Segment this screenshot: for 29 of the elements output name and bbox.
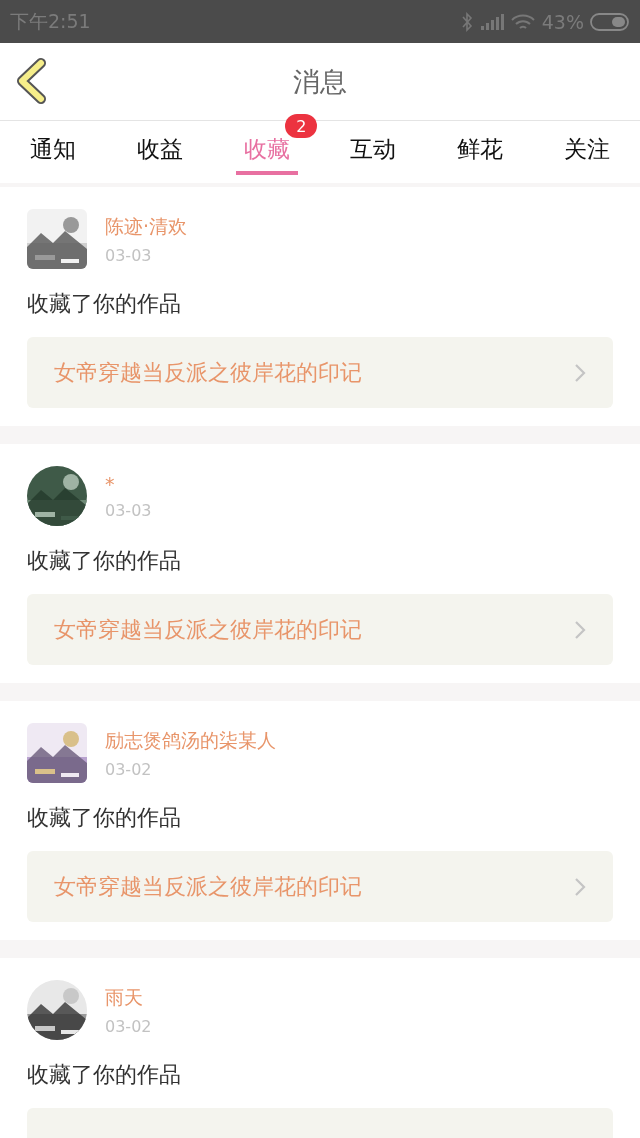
battery-icon bbox=[590, 11, 630, 32]
message-text: 收藏了你的作品 bbox=[27, 547, 182, 575]
message-text: 收藏了你的作品 bbox=[27, 290, 182, 318]
user-name[interactable]: * bbox=[105, 472, 152, 495]
user-name[interactable]: 雨天 bbox=[105, 984, 152, 1011]
back-button[interactable] bbox=[14, 58, 48, 104]
tab[interactable]: 互动 bbox=[350, 121, 397, 175]
tab[interactable]: 关注 bbox=[563, 121, 610, 175]
message-date: 03-03 bbox=[105, 500, 152, 520]
tab[interactable]: 通知 bbox=[30, 121, 77, 175]
work-link[interactable]: 女帝穿越当反派之彼岸花的印记 bbox=[27, 851, 613, 922]
chevron-right-icon bbox=[573, 618, 587, 641]
user-name[interactable]: 陈迹·清欢 bbox=[105, 213, 188, 240]
chevron-right-icon bbox=[573, 361, 587, 384]
tab[interactable]: 鲜花 bbox=[457, 121, 503, 175]
message-text: 收藏了你的作品 bbox=[27, 804, 182, 832]
message-text: 收藏了你的作品 bbox=[27, 1061, 182, 1089]
message-date: 03-02 bbox=[105, 759, 153, 779]
signal-icon bbox=[479, 12, 504, 31]
message-date: 03-02 bbox=[105, 1016, 152, 1036]
message-date: 03-03 bbox=[105, 245, 153, 265]
tab[interactable]: 收益 bbox=[137, 121, 183, 175]
count-badge: 2 bbox=[285, 114, 318, 138]
user-name[interactable]: 励志煲鸽汤的柒某人 bbox=[105, 727, 276, 754]
chevron-right-icon bbox=[573, 875, 587, 898]
bluetooth-icon bbox=[459, 11, 474, 32]
work-link[interactable]: 女帝穿越当反派之彼岸花的印记 bbox=[27, 594, 613, 665]
page-title: 消息 bbox=[293, 64, 347, 99]
work-link[interactable]: 女帝穿越当反派之彼岸花的印记 bbox=[27, 337, 613, 408]
